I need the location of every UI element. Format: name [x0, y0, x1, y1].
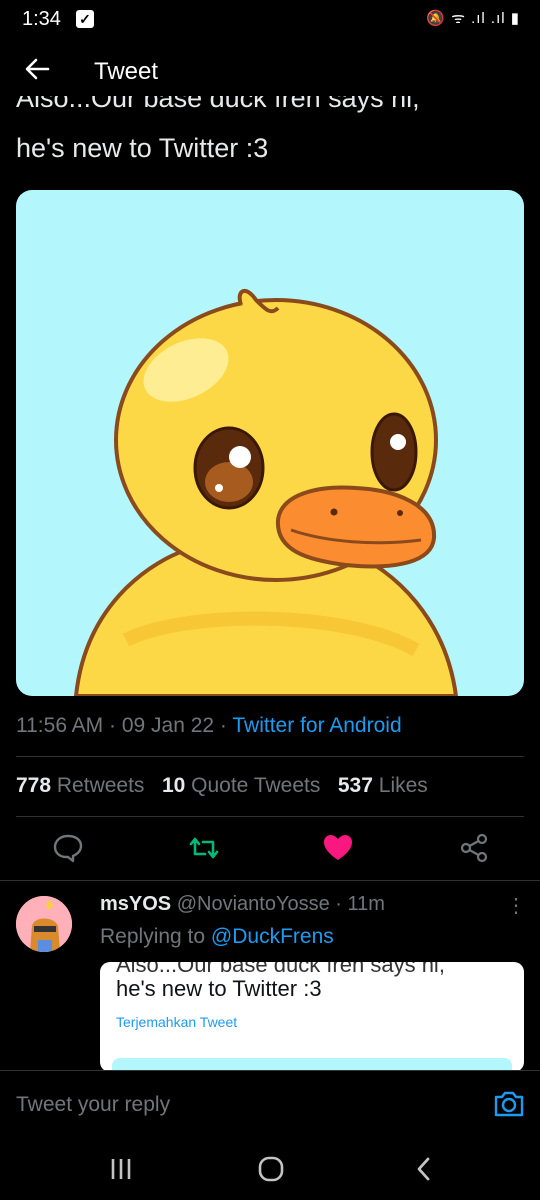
likes-stat[interactable]: 537 Likes [338, 774, 428, 797]
replying-to-handle[interactable]: @DuckFrens [211, 925, 334, 948]
tweet-text: Also...Our base duck fren says hi, he's … [16, 96, 526, 168]
divider [0, 880, 540, 881]
status-time: 1:34 [22, 8, 61, 30]
share-icon[interactable] [456, 830, 492, 866]
avatar[interactable] [16, 896, 72, 952]
divider [16, 756, 524, 757]
retweet-icon[interactable] [186, 830, 222, 866]
retweets-stat[interactable]: 778 Retweets [16, 774, 144, 797]
tweet-timestamp: 11:56 AM · 09 Jan 22 · Twitter for Andro… [16, 714, 402, 737]
reply-embedded-screenshot[interactable]: Also...Our base duck fren says hi, he's … [100, 962, 524, 1072]
likes-count: 537 [337, 774, 373, 797]
duck-illustration [73, 289, 459, 696]
replying-to: Replying to @DuckFrens [100, 925, 334, 949]
retweets-label: Retweets [56, 774, 145, 797]
back-arrow-icon[interactable] [22, 54, 52, 84]
recents-icon[interactable] [106, 1156, 136, 1182]
home-icon[interactable] [256, 1156, 286, 1182]
likes-label: Likes [378, 774, 428, 797]
quote-line: he's new to Twitter :3 [116, 976, 322, 1001]
replying-to-label: Replying to [100, 925, 206, 948]
quotes-count: 10 [161, 774, 186, 797]
top-app-bar: Tweet [0, 40, 540, 100]
reply-display-name: msYOS [100, 893, 172, 915]
status-bar: 1:34 ✓ 🔕 ᯤ .ıl .ıl ▮ [0, 0, 540, 40]
tweet-source-link[interactable]: Twitter for Android [232, 714, 401, 737]
reply-icon[interactable] [50, 830, 86, 866]
status-icons: 🔕 ᯤ .ıl .ıl ▮ [426, 10, 520, 27]
tweet-date: 09 Jan 22 [121, 714, 215, 737]
tweet-stats: 778 Retweets 10 Quote Tweets 537 Likes [16, 774, 428, 798]
page-title: Tweet [94, 58, 159, 85]
reply-handle: @NoviantoYosse [176, 893, 330, 915]
quote-tweets-stat[interactable]: 10 Quote Tweets [162, 774, 320, 797]
reply-input[interactable]: Tweet your reply [16, 1093, 170, 1117]
avatar-image [16, 896, 72, 952]
nav-back-icon[interactable] [410, 1156, 440, 1182]
tweet-text-line: he's new to Twitter :3 [16, 133, 269, 163]
reply-composer: Tweet your reply [0, 1070, 540, 1135]
divider [16, 816, 524, 817]
retweets-count: 778 [16, 774, 52, 797]
more-icon[interactable]: ⋮ [506, 893, 526, 918]
tweet-text-cut-line: Also...Our base duck fren says hi, [16, 96, 420, 113]
tweet-time: 11:56 AM [16, 714, 104, 737]
reply-age: 11m [347, 893, 385, 915]
quotes-label: Quote Tweets [191, 774, 321, 797]
tweet-media-image[interactable] [16, 190, 524, 696]
camera-icon[interactable] [492, 1087, 526, 1121]
reply-author[interactable]: msYOS @NoviantoYosse · 11m [100, 893, 385, 916]
heart-icon[interactable] [320, 830, 356, 866]
system-nav-bar [0, 1134, 540, 1200]
notification-check-icon: ✓ [76, 10, 94, 28]
translate-link[interactable]: Terjemahkan Tweet [116, 1014, 237, 1030]
